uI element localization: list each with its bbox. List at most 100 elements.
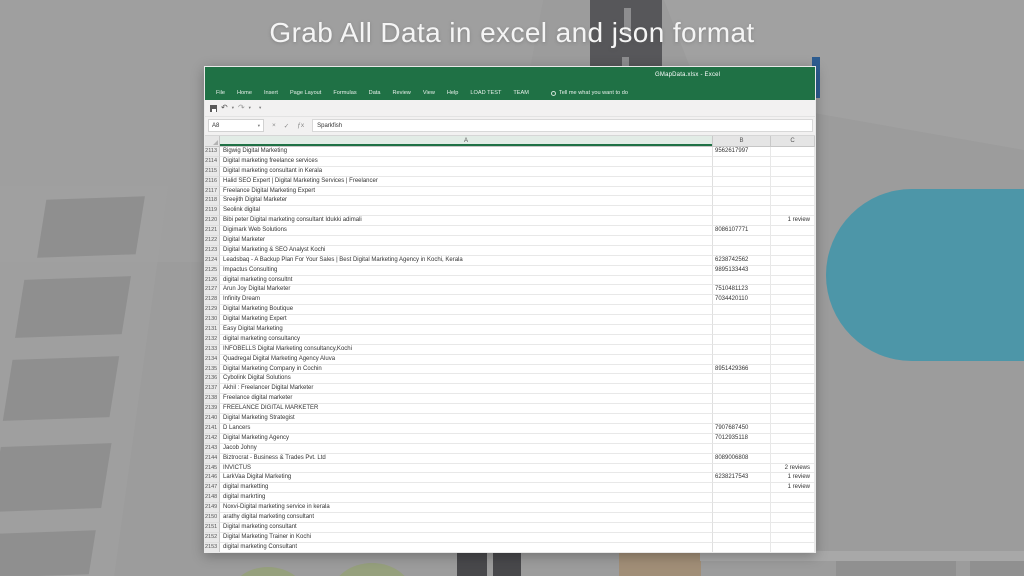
ribbon-tab-review[interactable]: Review (387, 86, 417, 100)
row-number[interactable]: 2147 (205, 483, 220, 493)
row-number[interactable]: 2144 (205, 454, 220, 464)
insert-function-icon[interactable]: ƒx (297, 122, 304, 129)
cell-column-c[interactable] (771, 424, 815, 434)
cell-column-c[interactable] (771, 513, 815, 523)
cell-column-c[interactable]: 1 review (771, 473, 815, 483)
cell-column-c[interactable] (771, 355, 815, 365)
cell-column-c[interactable] (771, 444, 815, 454)
cell-column-a[interactable]: Impactus Consulting (220, 266, 713, 276)
ribbon-tab-team[interactable]: TEAM (507, 86, 535, 100)
row-number[interactable]: 2136 (205, 374, 220, 384)
cell-column-b[interactable] (713, 513, 771, 523)
cell-column-a[interactable]: Arun Joy Digital Marketer (220, 285, 713, 295)
cell-column-c[interactable] (771, 315, 815, 325)
cell-column-b[interactable] (713, 315, 771, 325)
ribbon-tab-data[interactable]: Data (363, 86, 387, 100)
cell-column-b[interactable]: 6238742562 (713, 256, 771, 266)
cell-column-b[interactable] (713, 246, 771, 256)
cell-column-b[interactable] (713, 236, 771, 246)
cell-column-b[interactable] (713, 206, 771, 216)
cell-column-b[interactable] (713, 414, 771, 424)
cell-column-b[interactable] (713, 305, 771, 315)
cell-column-b[interactable] (713, 157, 771, 167)
ribbon-tab-help[interactable]: Help (441, 86, 465, 100)
cell-column-c[interactable] (771, 256, 815, 266)
row-number[interactable]: 2153 (205, 543, 220, 552)
tell-me-box[interactable]: Tell me what you want to do (551, 90, 628, 96)
row-number[interactable]: 2126 (205, 276, 220, 286)
cell-column-a[interactable]: Infinity Dream (220, 295, 713, 305)
undo-icon[interactable]: ↶ (221, 103, 228, 113)
row-number[interactable]: 2125 (205, 266, 220, 276)
cell-column-b[interactable] (713, 523, 771, 533)
ribbon-tab-view[interactable]: View (417, 86, 441, 100)
row-number[interactable]: 2134 (205, 355, 220, 365)
cell-column-a[interactable]: Digital marketing consultant (220, 523, 713, 533)
cell-column-b[interactable] (713, 196, 771, 206)
cell-column-a[interactable]: digital markrting (220, 493, 713, 503)
row-number[interactable]: 2139 (205, 404, 220, 414)
cell-column-a[interactable]: Bigwig Digital Marketing (220, 147, 713, 157)
cell-column-a[interactable]: Digital Marketing Trainer in Kochi (220, 533, 713, 543)
cell-column-b[interactable]: 7034420110 (713, 295, 771, 305)
cell-column-a[interactable]: Freelance digital marketer (220, 394, 713, 404)
cell-column-b[interactable] (713, 167, 771, 177)
cell-column-c[interactable] (771, 157, 815, 167)
row-number[interactable]: 2120 (205, 216, 220, 226)
ribbon-tab-formulas[interactable]: Formulas (327, 86, 362, 100)
cell-column-c[interactable] (771, 285, 815, 295)
cell-column-b[interactable] (713, 493, 771, 503)
cell-column-c[interactable] (771, 236, 815, 246)
cell-column-b[interactable]: 8951429366 (713, 365, 771, 375)
cell-column-c[interactable] (771, 503, 815, 513)
save-icon[interactable] (210, 105, 217, 112)
redo-dropdown-icon[interactable]: ▾ (249, 105, 251, 111)
cell-column-a[interactable]: Jacob Johny (220, 444, 713, 454)
cell-column-a[interactable]: arathy digital marketing consultant (220, 513, 713, 523)
cell-column-b[interactable] (713, 394, 771, 404)
cell-column-c[interactable]: 2 reviews (771, 464, 815, 474)
row-number[interactable]: 2114 (205, 157, 220, 167)
formula-bar-input[interactable]: Sparkfish (312, 119, 813, 132)
cell-column-a[interactable]: Easy Digital Marketing (220, 325, 713, 335)
cell-column-b[interactable] (713, 177, 771, 187)
row-number[interactable]: 2145 (205, 464, 220, 474)
cell-column-c[interactable] (771, 177, 815, 187)
cell-column-a[interactable]: Digital marketing consultant in Kerala (220, 167, 713, 177)
cell-column-b[interactable]: 8089006808 (713, 454, 771, 464)
row-number[interactable]: 2151 (205, 523, 220, 533)
cell-column-b[interactable] (713, 345, 771, 355)
row-number[interactable]: 2123 (205, 246, 220, 256)
cell-column-a[interactable]: Noxvi-Digital marketing service in keral… (220, 503, 713, 513)
cell-column-c[interactable] (771, 384, 815, 394)
cell-column-b[interactable] (713, 216, 771, 226)
cell-column-b[interactable] (713, 444, 771, 454)
column-header-a[interactable]: A (220, 136, 713, 147)
cell-column-a[interactable]: Biztrocrat - Business & Trades Pvt. Ltd (220, 454, 713, 464)
cell-column-b[interactable] (713, 325, 771, 335)
cell-column-a[interactable]: Leadsbaq - A Backup Plan For Your Sales … (220, 256, 713, 266)
cell-column-b[interactable]: 6238217543 (713, 473, 771, 483)
row-number[interactable]: 2131 (205, 325, 220, 335)
cell-column-c[interactable] (771, 226, 815, 236)
cell-column-b[interactable]: 9895133443 (713, 266, 771, 276)
row-number[interactable]: 2117 (205, 187, 220, 197)
cell-column-b[interactable]: 7907687450 (713, 424, 771, 434)
row-number[interactable]: 2122 (205, 236, 220, 246)
cancel-icon[interactable]: × (272, 122, 276, 129)
row-number[interactable]: 2128 (205, 295, 220, 305)
row-number[interactable]: 2140 (205, 414, 220, 424)
row-number[interactable]: 2152 (205, 533, 220, 543)
cell-column-a[interactable]: digital marketing consultancy (220, 335, 713, 345)
cell-column-a[interactable]: Halid SEO Expert | Digital Marketing Ser… (220, 177, 713, 187)
cell-column-c[interactable]: 1 review (771, 483, 815, 493)
cell-column-a[interactable]: INFOBELLS Digital Marketing consultancy,… (220, 345, 713, 355)
cell-column-a[interactable]: LarkVaa Digital Marketing (220, 473, 713, 483)
cell-column-b[interactable] (713, 503, 771, 513)
row-number[interactable]: 2115 (205, 167, 220, 177)
cell-column-c[interactable] (771, 246, 815, 256)
customize-toolbar-icon[interactable]: ▾ (259, 105, 261, 111)
cell-column-a[interactable]: digital marketting (220, 483, 713, 493)
cell-column-a[interactable]: FREELANCE DIGITAL MARKETER (220, 404, 713, 414)
cell-column-b[interactable]: 7510481123 (713, 285, 771, 295)
